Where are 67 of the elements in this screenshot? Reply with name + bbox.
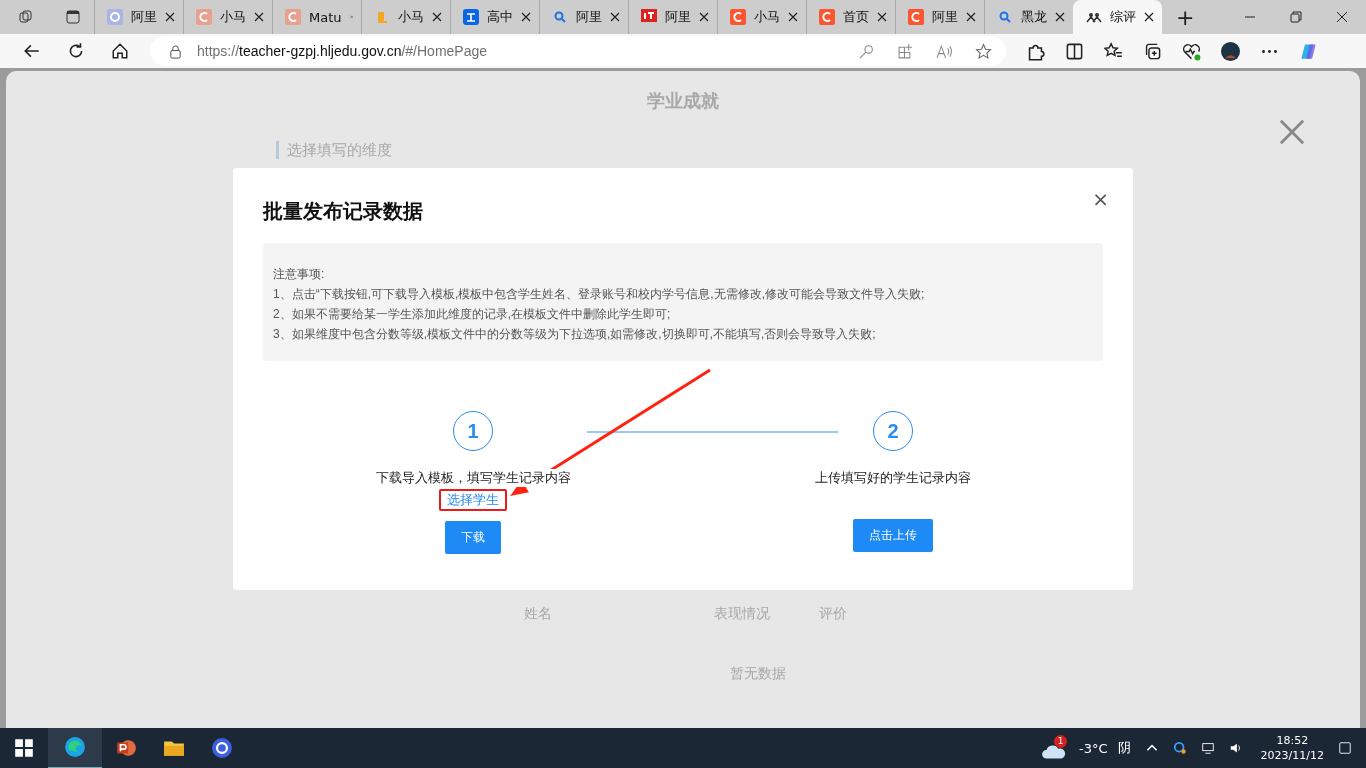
tab-title: 阿里 [576,8,602,26]
edge-browser-icon[interactable] [48,727,102,768]
notice-text: 2、如果不需要给某一学生添加此维度的记录,在模板文件中删除此学生即可; [273,306,672,323]
home-icon[interactable] [111,42,129,60]
column-header: 姓名 [524,605,553,623]
notice-text: 注意事项: [273,266,326,283]
site-icon [819,9,835,25]
tab-title: 首页 [843,8,869,26]
collections-icon[interactable] [1143,41,1162,61]
step-text: 下载导入模板，填写学生记录内容 [375,469,571,487]
workspaces-icon[interactable] [18,9,34,25]
speaker-icon[interactable] [1228,741,1243,755]
site-icon [285,9,301,25]
site-icon [196,9,212,25]
column-header: 评价 [819,605,848,623]
tab-title: 小马 [398,8,424,26]
tab-title: Matu [309,9,342,25]
site-icon [730,9,746,25]
notification-badge: 1 [1054,735,1068,748]
tab-title: 阿里 [131,8,157,26]
profile-avatar-icon[interactable] [1221,41,1240,61]
key-icon[interactable] [858,42,875,60]
site-icon [997,9,1013,25]
close-button[interactable]: × [1092,186,1109,211]
tab-title: 阿里 [665,8,691,26]
tab-title: 小马 [754,8,780,26]
notice-text: 1、点击“下载按钮,可下载导入模板,模板中包含学生姓名、登录账号和校内学号信息,无需修改,修改可能会导致文件导入失败; [273,286,926,303]
new-tab-button[interactable]: + [1166,4,1205,30]
empty-message: 暂无数据 [729,665,787,683]
site-icon [463,9,479,25]
tab-title: 阿里 [932,8,958,26]
clock-date: 2023/11/12 [1260,748,1324,763]
section-heading: 选择填写的维度 [276,141,417,159]
refresh-icon[interactable] [67,42,85,60]
clock-time: 18:52 [1276,733,1309,748]
tab-actions-icon[interactable] [65,9,81,25]
site-icon [641,9,657,25]
tray-app-icon[interactable] [1172,741,1187,755]
column-header: 表现情况 [714,605,771,623]
restore-icon[interactable] [1290,11,1302,23]
step-text: 上传填写好的学生记录内容 [815,469,971,487]
lock-icon[interactable] [168,43,183,59]
notification-icon[interactable] [1338,741,1352,755]
network-icon[interactable] [1200,741,1215,755]
temperature-text: -3°C [1079,740,1108,756]
notice-text: 3、如果维度中包含分数等级,模板文件中的分数等级为下拉选项,如需修改,切换即可,不能填写,否则会导致导入失败; [273,326,877,343]
select-students-link[interactable]: 选择学生 [439,489,507,511]
tab-title: 黑龙 [1021,8,1047,26]
split-screen-icon[interactable] [1065,41,1084,61]
site-icon [908,9,924,25]
page-title: 学业成就 [647,89,719,113]
tab-title: 高中 [487,8,513,26]
copilot-icon[interactable] [1299,41,1318,61]
apps-icon[interactable] [897,42,914,60]
back-icon[interactable] [23,42,41,60]
star-icon[interactable] [975,42,992,60]
site-icon [107,9,123,25]
address-field[interactable]: https://teacher-gzpj.hljedu.gov.cn/#/HomePage [150,36,1006,66]
weather-text: 阴 [1117,739,1131,757]
tab-title: 综评 [1110,8,1136,26]
url-text: https://teacher-gzpj.hljedu.gov.cn/#/HomePage [197,43,488,59]
read-aloud-icon[interactable] [936,42,953,60]
site-icon [552,9,568,25]
dialog-title: 批量发布记录数据 [263,198,423,225]
browser-tab[interactable]: 综评 [1073,0,1162,34]
tab-title: 小马 [220,8,246,26]
heart-pulse-icon[interactable] [1182,41,1201,61]
